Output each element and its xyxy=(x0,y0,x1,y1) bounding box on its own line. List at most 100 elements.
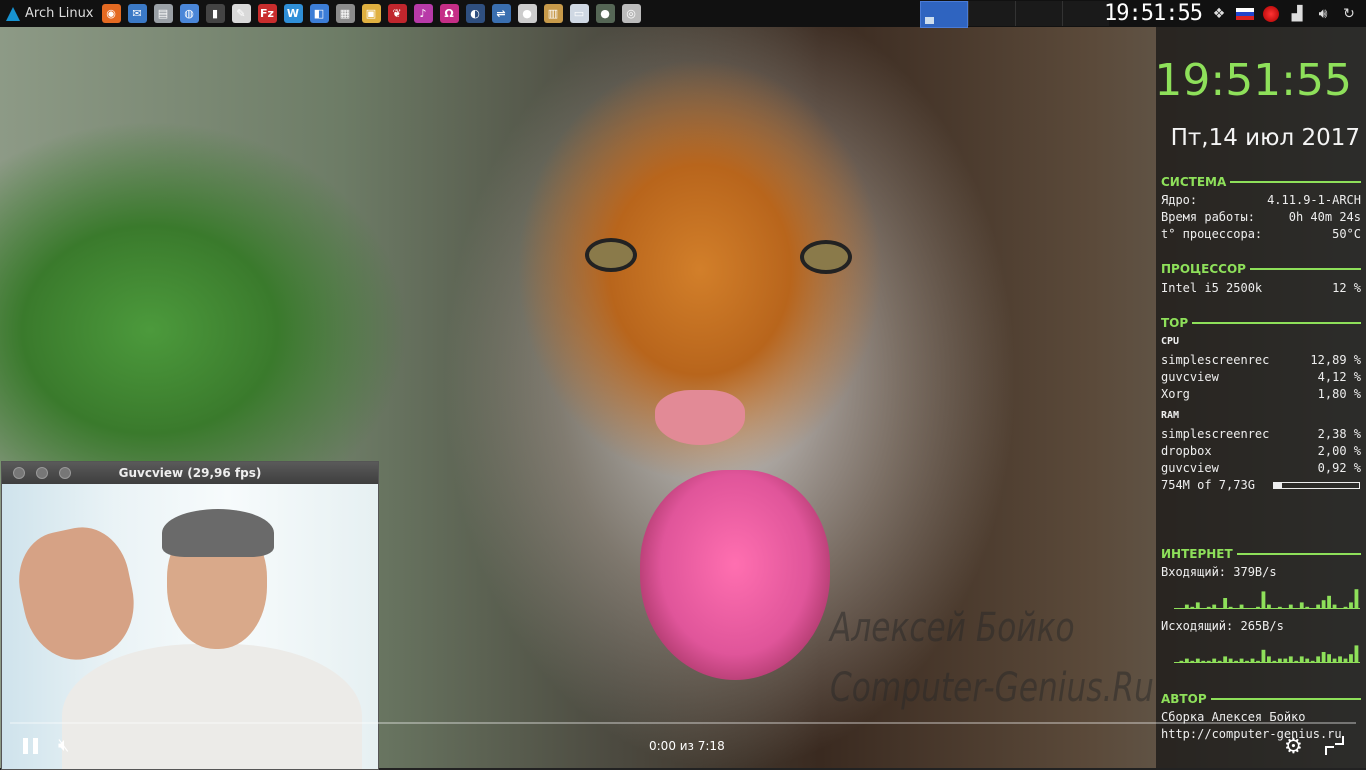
launcher-bar: ◉ ✉ ▤ ◍ ▮ ✎ Fz W ◧ ▦ ▣ ❦ ♪ Ω ◐ ⇌ ● ▥ ▭ ● ◎ xyxy=(101,4,641,23)
top-cpu-row: Xorg 1,80 % xyxy=(1161,387,1361,401)
exit-fullscreen-icon xyxy=(1325,746,1334,755)
conky-time: 19:51:55 xyxy=(1154,55,1352,106)
top-panel: Arch Linux ◉ ✉ ▤ ◍ ▮ ✎ Fz W ◧ ▦ ▣ ❦ ♪ Ω ◐ ⇌ ● ▥ ▭ ● ◎ 19:51:… xyxy=(0,0,1366,28)
kernel-row: Ядро: 4.11.9-1-ARCH xyxy=(1161,193,1361,207)
watermark-name: Алексей Бойко xyxy=(830,605,1075,651)
top-ram-row: guvcview 0,92 % xyxy=(1161,461,1361,475)
player-progress-bar[interactable] xyxy=(10,722,1356,724)
tiger-nose xyxy=(655,390,745,445)
graph-baseline xyxy=(1174,608,1360,609)
pause-icon xyxy=(22,738,28,754)
desktop-pager xyxy=(920,0,1120,28)
player-time: 0:00 из 7:18 xyxy=(649,739,725,753)
cpu-section-title: ПРОЦЕССОР xyxy=(1161,262,1361,276)
top-ram-row: dropbox 2,00 % xyxy=(1161,444,1361,458)
files-icon[interactable]: ▤ xyxy=(153,4,173,23)
tray-clock[interactable]: 19:51:55 xyxy=(1104,0,1203,27)
dropbox-icon[interactable]: ❖ xyxy=(1210,5,1228,23)
exit-fullscreen-icon xyxy=(1335,736,1344,745)
headphones-icon[interactable]: Ω xyxy=(439,4,459,23)
arch-logo-icon xyxy=(6,6,20,21)
conky-panel: 19:51:55 Пт,14 июл 2017 СИСТЕМА Ядро: 4.1… xyxy=(1154,27,1366,768)
start-menu-button[interactable]: Arch Linux xyxy=(0,0,102,27)
gear-icon: ⚙ xyxy=(1284,734,1303,758)
globe-icon[interactable]: ◐ xyxy=(465,4,485,23)
refresh-icon[interactable]: ↻ xyxy=(1340,5,1358,23)
signal-icon[interactable]: ▟ xyxy=(1288,5,1306,23)
pause-button[interactable] xyxy=(20,735,40,757)
guvcview-title: Guvcview (29,96 fps) xyxy=(118,466,262,480)
author-url: http://computer-genius.ru xyxy=(1161,727,1342,741)
graph-bar xyxy=(1321,652,1326,663)
graph-baseline xyxy=(1174,662,1360,663)
pager-desktop-3[interactable] xyxy=(1015,1,1062,26)
webcam-person-hair xyxy=(162,509,274,557)
pager-desktop-2[interactable] xyxy=(968,1,1015,26)
incoming-speed: Входящий: 379B/s xyxy=(1161,565,1277,579)
filezilla-icon[interactable]: Fz xyxy=(257,4,277,23)
watermark-site: Computer-Genius.Ru xyxy=(830,665,1154,711)
graph-bar xyxy=(1354,645,1359,663)
outgoing-speed: Исходящий: 265B/s xyxy=(1161,619,1284,633)
muted-speaker-icon: 🔇︎ xyxy=(58,735,70,756)
uptime-row: Время работы: 0h 40m 24s xyxy=(1161,210,1361,224)
graph-bar xyxy=(1223,598,1228,609)
calc-icon[interactable]: ▦ xyxy=(335,4,355,23)
firefox-icon[interactable]: ◉ xyxy=(101,4,121,23)
cpu-temp-row: t° процессора: 50°C xyxy=(1161,227,1361,241)
cherrytree-icon[interactable]: ❦ xyxy=(387,4,407,23)
recorder-icon[interactable]: ● xyxy=(595,4,615,23)
archive-icon[interactable]: ▥ xyxy=(543,4,563,23)
cpu-usage-row: Intel i5 2500k 12 % xyxy=(1161,281,1361,295)
image-viewer-icon[interactable]: ▣ xyxy=(361,4,381,23)
music-player-icon[interactable]: ♪ xyxy=(413,4,433,23)
chromium-icon[interactable]: ◍ xyxy=(179,4,199,23)
network-icon[interactable]: ⇌ xyxy=(491,4,511,23)
top-ram-row: simplescreenrec 2,38 % xyxy=(1161,427,1361,441)
outgoing-graph xyxy=(1174,645,1360,663)
webcam-person-hand xyxy=(9,518,145,670)
system-tray: 19:51:55 ❖ ▟ 🔊︎ ↻ xyxy=(1104,0,1366,27)
start-menu-label: Arch Linux xyxy=(25,6,94,21)
author-section-title: АВТОР xyxy=(1161,692,1361,706)
incoming-graph xyxy=(1174,589,1360,609)
graph-bar xyxy=(1327,595,1332,609)
webcam-icon[interactable]: ◎ xyxy=(621,4,641,23)
thunderbird-icon[interactable]: ✉ xyxy=(127,4,147,23)
graph-bar xyxy=(1261,591,1266,609)
webcam-person-shirt xyxy=(62,644,362,769)
ram-usage-text: 754M of 7,73G xyxy=(1161,478,1255,492)
graph-bar xyxy=(1327,654,1332,663)
flag-ru-icon[interactable] xyxy=(1236,5,1254,23)
top-cpu-row: simplescreenrec 12,89 % xyxy=(1161,353,1361,367)
document-icon[interactable]: ◧ xyxy=(309,4,329,23)
volume-icon[interactable]: 🔊︎ xyxy=(1314,5,1332,23)
text-editor-icon[interactable]: ✎ xyxy=(231,4,251,23)
writer-icon[interactable]: W xyxy=(283,4,303,23)
pager-desktop-4[interactable] xyxy=(1062,1,1109,26)
tiger-eye-right xyxy=(800,240,852,274)
window-icon[interactable]: ▭ xyxy=(569,4,589,23)
pager-desktop-1[interactable] xyxy=(920,1,968,28)
graph-bar xyxy=(1354,589,1359,609)
terminal-icon[interactable]: ▮ xyxy=(205,4,225,23)
webcam-video xyxy=(2,484,378,769)
ram-usage-bar xyxy=(1273,482,1360,489)
guvcview-titlebar[interactable]: Guvcview (29,96 fps) xyxy=(2,462,378,484)
tiger-mouth xyxy=(640,470,830,680)
top-cpu-row: guvcview 4,12 % xyxy=(1161,370,1361,384)
tiger-eye-left xyxy=(585,238,637,272)
system-monitor-icon[interactable]: ● xyxy=(517,4,537,23)
system-section-title: СИСТЕМА xyxy=(1161,175,1361,189)
mute-button[interactable]: 🔇︎ xyxy=(58,735,82,757)
pause-icon xyxy=(32,738,38,754)
top-cpu-label: CPU xyxy=(1161,336,1180,347)
internet-section-title: ИНТЕРНЕТ xyxy=(1161,547,1361,561)
settings-button[interactable]: ⚙ xyxy=(1284,734,1308,758)
ram-usage-bar-fill xyxy=(1274,483,1283,488)
graph-bar xyxy=(1321,600,1326,609)
graph-bar xyxy=(1261,649,1266,663)
record-icon[interactable] xyxy=(1262,5,1280,23)
top-section-title: TOP xyxy=(1161,316,1361,330)
exit-fullscreen-button[interactable] xyxy=(1325,736,1347,756)
